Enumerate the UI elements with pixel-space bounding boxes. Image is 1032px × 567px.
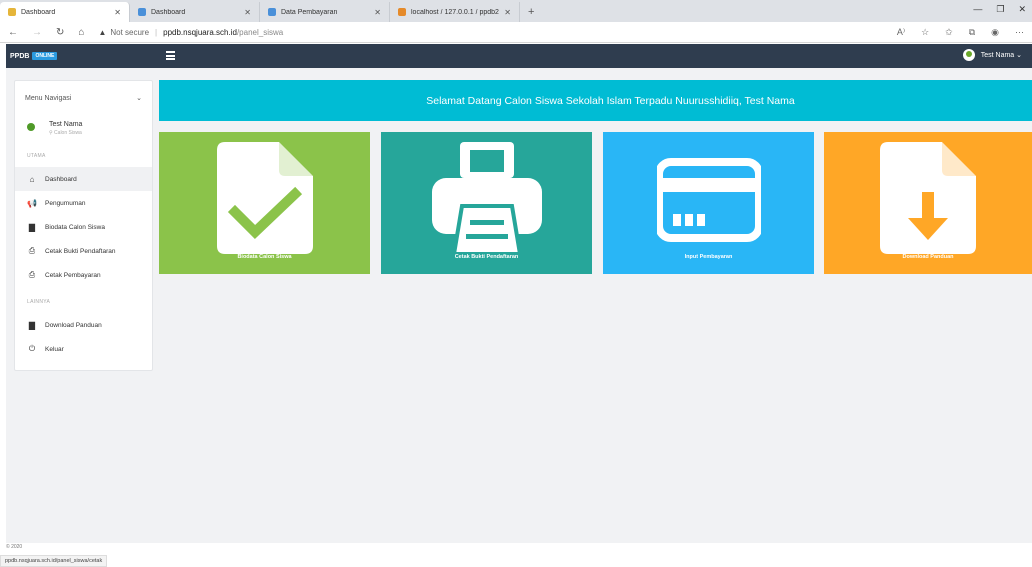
sidebar-item-label: Cetak Pembayaran xyxy=(45,271,101,279)
file-download-icon: ▇ xyxy=(28,320,36,330)
tab-label: Dashboard xyxy=(21,8,56,16)
browser-tab-strip: Dashboard ✕ Dashboard ✕ Data Pembayaran … xyxy=(0,0,1032,22)
printer-icon: ⎙ xyxy=(28,270,36,279)
favorite-star-icon[interactable]: ☆ xyxy=(921,27,929,38)
home-icon: ⌂ xyxy=(29,174,35,184)
brand-badge: ONLINE xyxy=(32,52,58,60)
sidebar-item-biodata[interactable]: ▇ Biodata Calon Siswa xyxy=(15,215,152,239)
user-menu[interactable]: Test Nama ⌄ xyxy=(962,49,1022,61)
tab-favicon-icon xyxy=(268,8,276,16)
sidebar-item-dashboard[interactable]: ⌂ Dashboard xyxy=(15,167,152,191)
user-menu-label: Test Nama ⌄ xyxy=(980,52,1022,59)
address-bar: ← → ↻ ⌂ ▲ Not secure | ppdb.nsqjuara.sch… xyxy=(0,22,1032,43)
read-aloud-icon[interactable]: A⁾ xyxy=(897,27,905,38)
sidebar-item-cetak-pembayaran[interactable]: ⎙ Cetak Pembayaran xyxy=(15,263,152,287)
tab-favicon-icon xyxy=(8,8,16,16)
security-label: Not secure xyxy=(110,27,150,37)
profile-icon[interactable]: ◉ xyxy=(991,27,999,38)
sidebar-item-label: Pengumuman xyxy=(45,199,86,207)
back-icon[interactable]: ← xyxy=(8,27,18,38)
file-check-icon xyxy=(216,142,313,254)
card-cetak-bukti[interactable]: Cetak Bukti Pendaftaran xyxy=(381,132,592,274)
tab-label: Dashboard xyxy=(151,8,186,16)
brand-logo[interactable]: PPDB ONLINE xyxy=(6,52,58,60)
browser-tab[interactable]: Data Pembayaran ✕ xyxy=(260,2,390,22)
file-download-icon xyxy=(880,142,976,254)
home-icon[interactable]: ⌂ xyxy=(78,27,84,38)
tab-close-icon[interactable]: ✕ xyxy=(114,8,121,17)
refresh-icon[interactable]: ↻ xyxy=(56,27,64,38)
app-navbar: PPDB ONLINE Test Nama ⌄ xyxy=(6,44,1032,68)
card-download-panduan[interactable]: Download Panduan xyxy=(824,132,1032,274)
url-path: /panel_siswa xyxy=(236,27,284,37)
maximize-icon[interactable]: ❐ xyxy=(996,4,1004,15)
browser-tab[interactable]: localhost / 127.0.0.1 / ppdb2 / tr ✕ xyxy=(390,2,520,22)
hamburger-menu-icon[interactable] xyxy=(166,51,175,60)
footer-copyright: © 2020 xyxy=(6,544,23,550)
new-tab-button[interactable]: + xyxy=(520,2,542,22)
status-bar-url: ppdb.nsqjuara.sch.id/panel_siswa/cetak xyxy=(0,555,108,567)
browser-tab[interactable]: Dashboard ✕ xyxy=(130,2,260,22)
sidebar-item-label: Download Panduan xyxy=(45,321,102,329)
tab-close-icon[interactable]: ✕ xyxy=(244,8,251,17)
card-label: Biodata Calon Siswa xyxy=(237,254,292,260)
close-window-icon[interactable]: ✕ xyxy=(1018,4,1026,15)
more-icon[interactable]: ⋯ xyxy=(1015,27,1024,38)
tab-close-icon[interactable]: ✕ xyxy=(374,8,381,17)
tab-favicon-icon xyxy=(138,8,146,16)
sidebar-user-role: ⚲ Calon Siswa xyxy=(49,129,82,136)
sidebar-item-download-panduan[interactable]: ▇ Download Panduan xyxy=(15,313,152,337)
tab-label: Data Pembayaran xyxy=(281,8,338,16)
printer-icon xyxy=(431,142,542,254)
sidebar-item-pengumuman[interactable]: 📢 Pengumuman xyxy=(15,191,152,215)
sidebar-title: Menu Navigasi xyxy=(25,94,72,102)
browser-toolbar: A⁾ ☆ ✩ ⧉ ◉ ⋯ xyxy=(897,27,1024,38)
credit-card-icon xyxy=(656,158,761,242)
url-separator: | xyxy=(155,27,158,37)
sidebar-user: Test Nama ⚲ Calon Siswa xyxy=(15,115,152,141)
file-icon: ▇ xyxy=(28,222,36,232)
tab-close-icon[interactable]: ✕ xyxy=(504,8,511,17)
chevron-down-icon[interactable]: ⌄ xyxy=(136,94,142,102)
window-controls: — ❐ ✕ xyxy=(973,4,1026,15)
sidebar-item-label: Keluar xyxy=(45,345,64,353)
sidebar-item-label: Dashboard xyxy=(45,175,77,183)
avatar xyxy=(25,122,37,134)
url-field[interactable]: ▲ Not secure | ppdb.nsqjuara.sch.id /pan… xyxy=(98,28,283,37)
card-label: Cetak Bukti Pendaftaran xyxy=(454,254,519,260)
sidebar-user-name: Test Nama xyxy=(49,120,83,128)
card-biodata[interactable]: Biodata Calon Siswa xyxy=(159,132,370,274)
sidebar-item-cetak-bukti[interactable]: ⎙ Cetak Bukti Pendaftaran xyxy=(15,239,152,263)
minimize-icon[interactable]: — xyxy=(973,4,982,15)
warning-icon: ▲ xyxy=(98,27,107,37)
browser-tab[interactable]: Dashboard ✕ xyxy=(0,2,130,22)
card-label: Input Pembayaran xyxy=(684,254,733,260)
tab-favicon-icon xyxy=(398,8,406,16)
favorites-icon[interactable]: ✩ xyxy=(945,27,953,38)
sidebar-section-other: LAINNYA xyxy=(27,299,51,305)
printer-icon: ⎙ xyxy=(28,246,36,255)
sidebar-section-main: UTAMA xyxy=(27,153,46,159)
user-avatar xyxy=(962,49,975,61)
welcome-text: Selamat Datang Calon Siswa Sekolah Islam… xyxy=(426,94,795,107)
card-input-pembayaran[interactable]: Input Pembayaran xyxy=(603,132,814,274)
sidebar-header[interactable]: Menu Navigasi ⌄ xyxy=(15,81,152,115)
sidebar-item-label: Biodata Calon Siswa xyxy=(45,223,105,231)
welcome-banner: Selamat Datang Calon Siswa Sekolah Islam… xyxy=(159,80,1032,121)
sidebar: Menu Navigasi ⌄ Test Nama ⚲ Calon Siswa … xyxy=(14,80,153,371)
sidebar-item-keluar[interactable]: ⏻ Keluar xyxy=(15,337,152,361)
sidebar-item-label: Cetak Bukti Pendaftaran xyxy=(45,247,116,255)
forward-icon[interactable]: → xyxy=(32,27,42,38)
brand-text: PPDB xyxy=(10,52,30,60)
power-icon: ⏻ xyxy=(28,344,36,353)
collections-icon[interactable]: ⧉ xyxy=(969,27,975,38)
tab-label: localhost / 127.0.0.1 / ppdb2 / tr xyxy=(411,8,501,16)
url-host: ppdb.nsqjuara.sch.id xyxy=(163,27,237,37)
card-label: Download Panduan xyxy=(902,254,954,260)
megaphone-icon: 📢 xyxy=(27,198,37,208)
